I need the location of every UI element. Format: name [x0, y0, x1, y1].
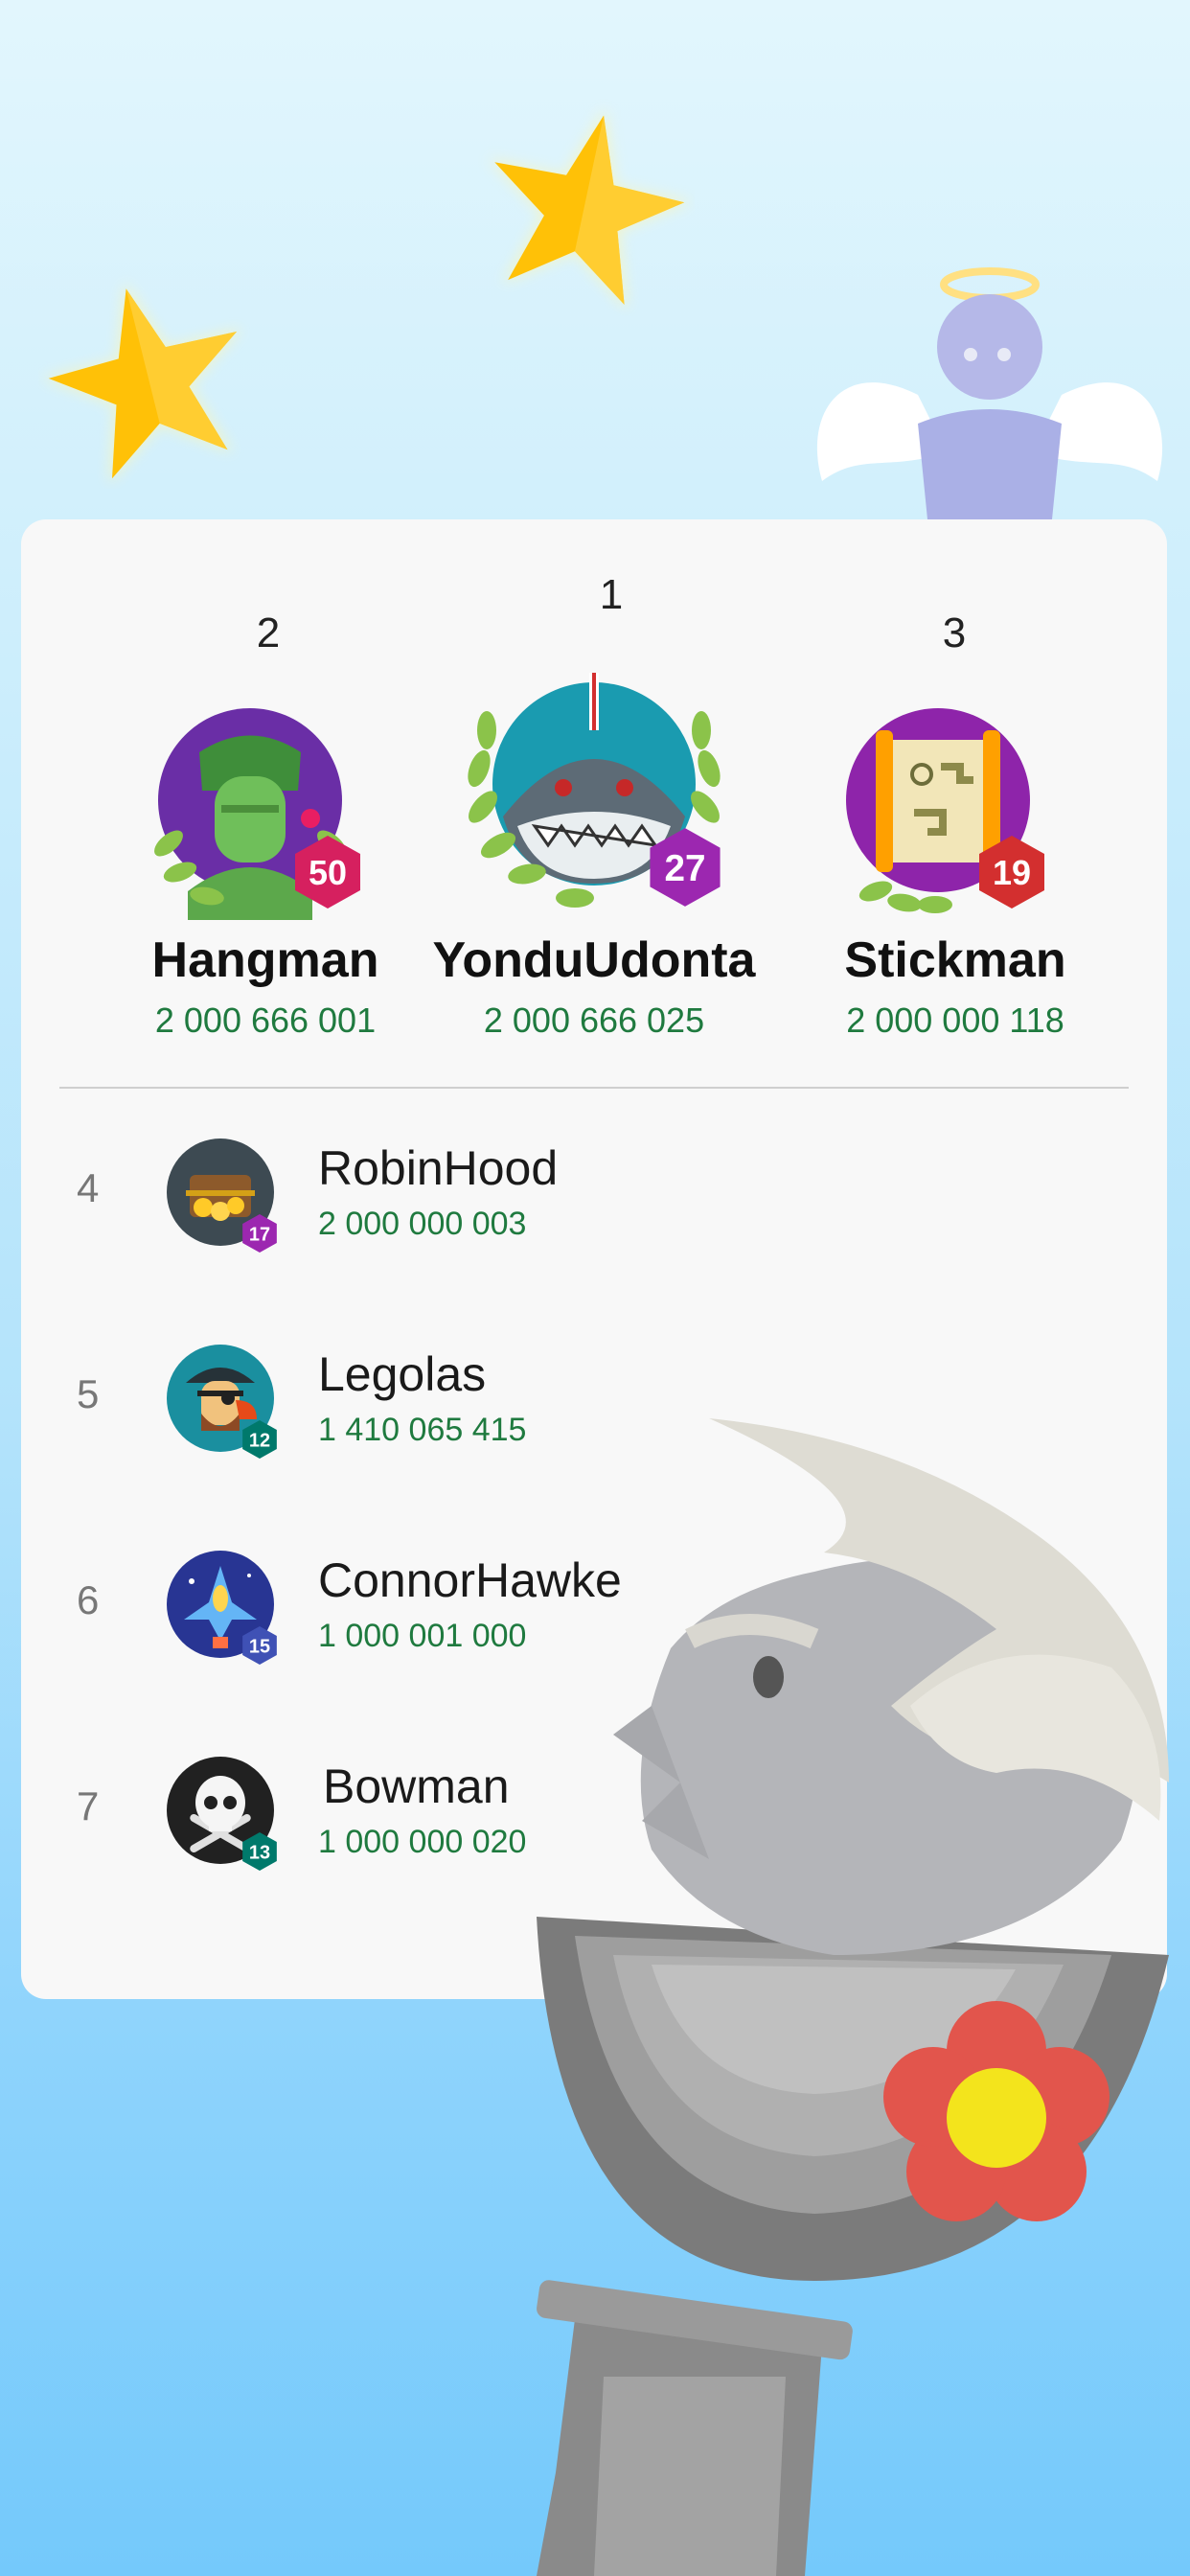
list-item[interactable]: 4 17 RobinHood 2 000 000 003 — [21, 1114, 1167, 1276]
level-badge: 17 — [242, 1214, 277, 1253]
list-name: Legolas — [318, 1347, 487, 1401]
svg-text:15: 15 — [249, 1636, 270, 1657]
podium-name-1: YonduUdonta — [432, 932, 756, 988]
divider — [59, 1087, 1129, 1089]
svg-text:13: 13 — [249, 1842, 270, 1863]
list-score: 1 410 065 415 — [318, 1412, 527, 1448]
level-badge: 13 — [242, 1832, 277, 1871]
star-icon — [41, 282, 243, 484]
statue-icon — [537, 1418, 1169, 2576]
podium-score-2: 2 000 666 001 — [154, 1000, 377, 1040]
star-icon — [489, 108, 692, 310]
list-rank: 7 — [77, 1783, 100, 1828]
podium-name-2: Hangman — [151, 932, 379, 988]
podium-name-3: Stickman — [844, 932, 1066, 988]
level-badge: 12 — [242, 1420, 277, 1459]
podium-rank-2: 2 — [256, 610, 281, 656]
podium-score-3: 2 000 000 118 — [846, 1000, 1064, 1040]
level-badge: 19 — [979, 836, 1044, 908]
list-score: 1 000 001 000 — [318, 1618, 527, 1654]
podium-rank-1: 1 — [599, 571, 624, 618]
list-rank: 6 — [77, 1577, 100, 1622]
level-badge: 15 — [242, 1626, 277, 1665]
list-name: RobinHood — [318, 1141, 559, 1195]
list-name: Bowman — [323, 1760, 510, 1813]
list-rank: 4 — [77, 1165, 100, 1210]
podium-rank-3: 3 — [942, 610, 967, 656]
podium-score-1: 2 000 666 025 — [483, 1000, 705, 1040]
angel-icon — [816, 267, 1163, 519]
level-badge: 27 — [650, 828, 721, 907]
svg-text:17: 17 — [249, 1224, 270, 1245]
svg-text:19: 19 — [993, 853, 1031, 892]
list-score: 1 000 000 020 — [318, 1824, 527, 1860]
list-score: 2 000 000 003 — [318, 1206, 527, 1242]
list-rank: 5 — [77, 1371, 100, 1416]
svg-text:27: 27 — [664, 848, 705, 889]
svg-text:50: 50 — [309, 853, 347, 892]
svg-text:12: 12 — [249, 1430, 270, 1451]
level-badge: 50 — [295, 836, 360, 908]
